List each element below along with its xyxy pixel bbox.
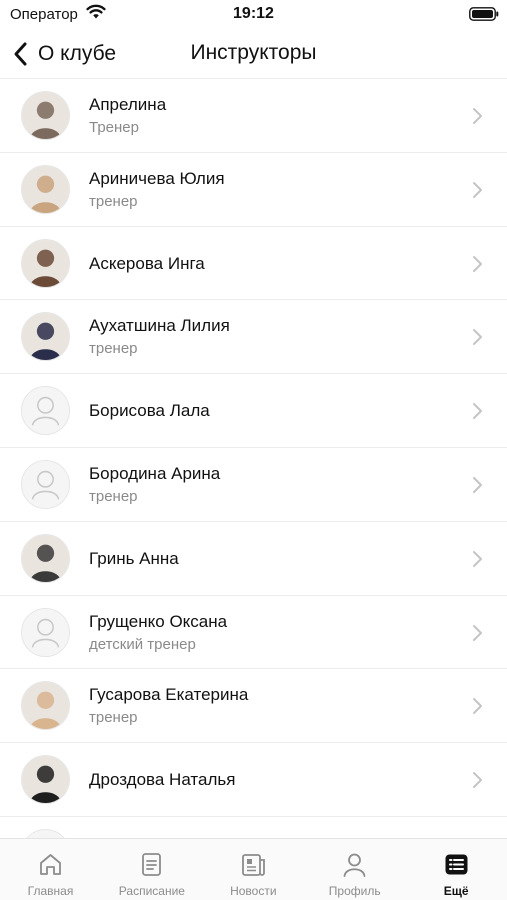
tab-label: Расписание — [118, 884, 185, 898]
status-time: 19:12 — [233, 5, 274, 22]
instructor-list: Апрелина Тренер Ариничева Юлия тренер Аскеро… — [0, 79, 507, 839]
instructor-name: Ариничева Юлия — [89, 168, 225, 188]
page-title: Инструкторы — [190, 41, 317, 64]
chevron-right-icon — [473, 108, 482, 124]
instructor-name: Бородина Арина — [89, 463, 221, 483]
tab-label: Главная — [27, 884, 74, 898]
instructor-name: Аухатшина Лилия — [89, 316, 230, 336]
instructor-row[interactable]: Гусарова Екатерина тренер — [0, 669, 507, 744]
instructor-row[interactable]: Гринь Анна — [0, 522, 507, 596]
chevron-right-icon — [473, 624, 482, 641]
status-bar: Оператор 19:12 — [0, 0, 507, 30]
avatar-placeholder-icon — [21, 607, 70, 657]
chevron-right-icon — [473, 550, 482, 567]
instructor-name: Борисова Лала — [89, 401, 210, 421]
instructor-avatar — [21, 238, 70, 288]
instructor-role: Тренер — [89, 119, 139, 136]
chevron-right-icon — [473, 772, 482, 789]
home-icon — [40, 854, 61, 875]
tab-label: Новости — [230, 884, 277, 898]
instructor-role: тренер — [89, 192, 138, 210]
instructor-avatar — [21, 91, 70, 140]
instructor-name: Гусарова Екатерина — [89, 685, 249, 705]
instructor-row[interactable]: Ариничева Юлия тренер — [0, 153, 507, 227]
news-icon — [241, 854, 265, 876]
schedule-icon — [142, 853, 162, 876]
tab-bar: Главная Расписание Новости Профиль Ещё — [0, 838, 507, 900]
instructor-name: Аскерова Инга — [89, 253, 205, 273]
instructor-role: тренер — [89, 340, 138, 358]
instructor-row[interactable]: Апрелина Тренер — [0, 79, 507, 153]
instructor-role: тренер — [89, 487, 138, 505]
instructor-role: тренер — [89, 709, 138, 727]
instructor-avatar — [21, 533, 70, 583]
instructor-row[interactable] — [0, 817, 507, 839]
tab-home[interactable]: Главная — [0, 839, 101, 900]
instructor-avatar — [21, 681, 70, 731]
tab-more-list[interactable]: Ещё — [406, 839, 507, 900]
avatar-placeholder-icon — [21, 386, 70, 436]
instructor-row[interactable]: Аухатшина Лилия тренер — [0, 300, 507, 375]
instructor-avatar — [21, 164, 70, 214]
instructor-avatar — [21, 312, 70, 362]
instructor-row[interactable]: Бородина Арина тренер — [0, 448, 507, 522]
instructor-row[interactable]: Дроздова Наталья — [0, 743, 507, 817]
tab-news[interactable]: Новости — [203, 839, 304, 900]
instructor-row[interactable]: Аскерова Инга — [0, 227, 507, 301]
avatar-placeholder-icon — [21, 459, 70, 509]
chevron-right-icon — [473, 403, 482, 420]
chevron-right-icon — [473, 329, 482, 346]
chevron-right-icon — [473, 476, 482, 493]
instructor-name: Дроздова Наталья — [89, 770, 236, 790]
tab-schedule[interactable]: Расписание — [101, 839, 202, 900]
instructor-row[interactable]: Борисова Лала — [0, 374, 507, 448]
tab-label: Профиль — [328, 884, 381, 898]
tab-profile[interactable]: Профиль — [304, 839, 405, 900]
instructor-role: детский тренер — [89, 635, 196, 653]
chevron-right-icon — [473, 698, 482, 715]
more-list-icon — [445, 854, 468, 875]
battery-icon — [469, 7, 499, 21]
navigation-bar: О клубе Инструкторы — [0, 30, 507, 78]
chevron-right-icon — [473, 255, 482, 272]
instructor-name: Грущенко Оксана — [89, 611, 228, 631]
profile-icon — [343, 853, 366, 877]
instructor-avatar — [21, 755, 70, 805]
instructor-row[interactable]: Грущенко Оксана детский тренер — [0, 596, 507, 670]
instructor-name: Гринь Анна — [89, 548, 179, 568]
tab-label: Ещё — [443, 884, 469, 898]
instructor-name: Апрелина — [89, 95, 167, 114]
chevron-right-icon — [473, 181, 482, 198]
